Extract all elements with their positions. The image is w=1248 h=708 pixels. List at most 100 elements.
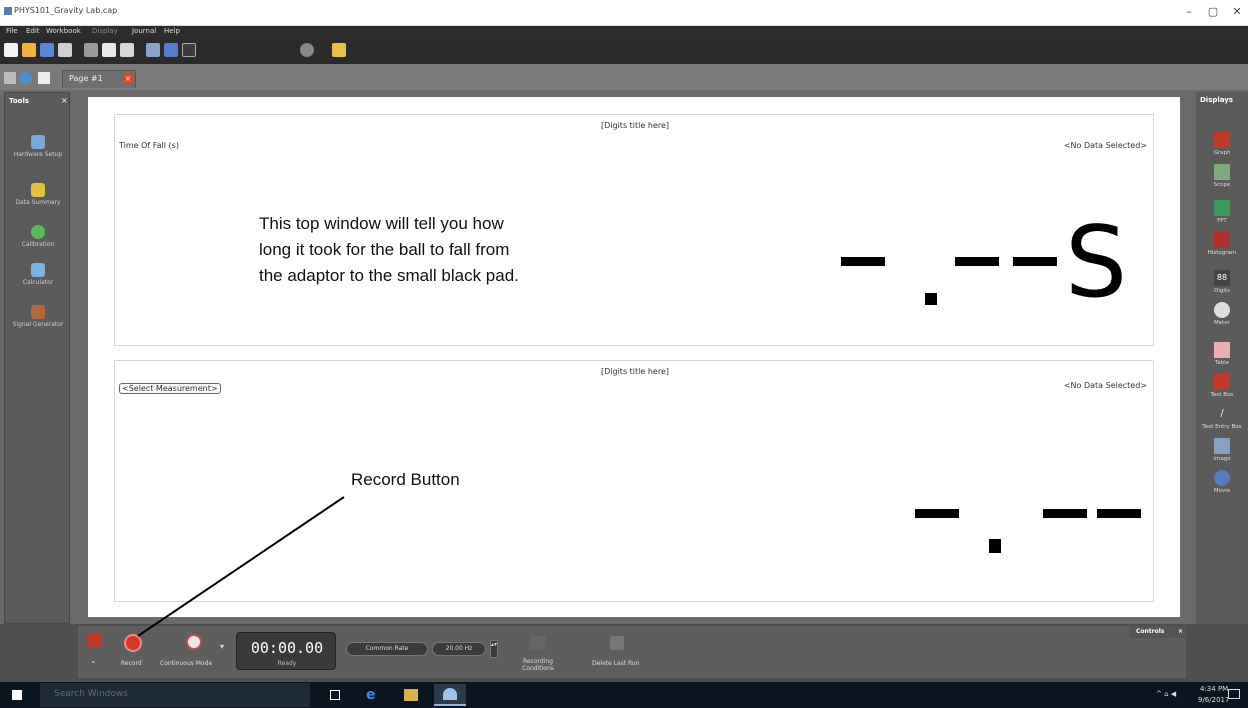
tab-label: Page #1 — [69, 74, 103, 83]
digits-icon: 88 — [1214, 270, 1230, 286]
redo-icon[interactable] — [182, 43, 196, 57]
decimal-point — [925, 293, 937, 305]
clock-time[interactable]: 4:34 PM — [1200, 685, 1228, 693]
menu-edit[interactable]: Edit — [26, 27, 40, 35]
screenshot-icon[interactable] — [146, 43, 160, 57]
record-button[interactable] — [124, 634, 142, 652]
file-explorer-icon[interactable] — [404, 689, 418, 701]
open-folder-icon[interactable] — [22, 43, 36, 57]
hardware-setup-icon — [31, 135, 45, 149]
delete-run-icon[interactable] — [610, 636, 624, 650]
capstone-taskbar-button[interactable] — [434, 684, 466, 706]
tools-panel-close-icon[interactable]: × — [61, 96, 68, 105]
digits-title[interactable]: [Digits title here] — [115, 121, 1155, 130]
mode-dropdown-icon[interactable]: ▾ — [220, 642, 224, 651]
tool-data-summary[interactable]: Data Summary — [9, 183, 67, 221]
display-fft[interactable]: FFT — [1198, 200, 1246, 234]
record-button-annotation: Record Button — [351, 470, 460, 489]
print-icon[interactable] — [58, 43, 72, 57]
digits-title[interactable]: [Digits title here] — [115, 367, 1155, 376]
hardware-icon[interactable] — [88, 634, 102, 648]
tool-calculator[interactable]: Calculator — [9, 263, 67, 301]
displays-panel: Displays Graph Scope FFT Histogram 88 Dig… — [1196, 92, 1248, 624]
clock-date[interactable]: 9/6/2017 — [1198, 696, 1229, 704]
calculator-icon — [31, 263, 45, 277]
controls-close-icon[interactable]: × — [1178, 628, 1183, 635]
copy-icon[interactable] — [102, 43, 116, 57]
search-placeholder: Search Windows — [54, 689, 128, 699]
cut-icon[interactable] — [84, 43, 98, 57]
maximize-button[interactable]: ▢ — [1202, 2, 1224, 22]
display-histogram[interactable]: Histogram — [1198, 232, 1246, 266]
display-text-entry-box[interactable]: / Text Entry Box — [1198, 406, 1246, 440]
edge-browser-icon[interactable]: e — [366, 688, 380, 702]
app-icon — [4, 7, 12, 15]
undo-icon[interactable] — [164, 43, 178, 57]
page-layout-icon[interactable] — [4, 72, 16, 84]
display-image[interactable]: Image — [1198, 438, 1246, 472]
camera-icon[interactable] — [300, 43, 314, 57]
page-settings-icon[interactable] — [20, 72, 32, 84]
tab-close-icon[interactable]: × — [123, 74, 133, 84]
capstone-app-icon — [443, 688, 457, 700]
digits-display-top[interactable]: [Digits title here] Time Of Fall (s) <No… — [114, 114, 1154, 346]
rate-value-field[interactable]: 20.00 Hz — [432, 642, 486, 656]
recording-conditions-icon[interactable] — [530, 636, 546, 650]
display-label: Movie — [1213, 488, 1231, 494]
tab-page-1[interactable]: Page #1 × — [62, 70, 136, 88]
minimize-button[interactable]: – — [1178, 2, 1200, 22]
menu-help[interactable]: Help — [164, 27, 180, 35]
display-movie[interactable]: Movie — [1198, 470, 1246, 504]
menu-journal[interactable]: Journal — [132, 27, 156, 35]
rate-stepper[interactable]: ▴▾ — [490, 640, 498, 658]
no-data-label: <No Data Selected> — [1063, 141, 1147, 150]
digits-display-bottom[interactable]: [Digits title here] <Select Measurement>… — [114, 360, 1154, 602]
notifications-icon[interactable] — [1228, 689, 1240, 699]
new-file-icon[interactable] — [4, 43, 18, 57]
decimal-point — [989, 539, 1001, 553]
chevron-down-icon[interactable]: ⌄ — [90, 656, 100, 665]
tool-hardware-setup[interactable]: Hardware Setup — [9, 135, 67, 173]
tool-signal-generator[interactable]: Signal Generator — [9, 305, 67, 343]
display-meter[interactable]: Meter — [1198, 302, 1246, 336]
tool-calibration[interactable]: Calibration — [9, 225, 67, 263]
paste-icon[interactable] — [120, 43, 134, 57]
windows-start-icon[interactable] — [12, 690, 22, 700]
window-title: PHYS101_Gravity Lab.cap — [14, 6, 118, 15]
menu-display[interactable]: Display — [92, 27, 118, 35]
fft-icon — [1214, 200, 1230, 216]
menu-file[interactable]: File — [6, 27, 18, 35]
display-digits[interactable]: 88 Digits — [1198, 270, 1246, 304]
display-table[interactable]: Table — [1198, 342, 1246, 376]
image-icon — [1214, 438, 1230, 454]
display-graph[interactable]: Graph — [1198, 132, 1246, 166]
rate-mode-select[interactable]: Common Rate — [346, 642, 428, 656]
digit-dash — [915, 509, 959, 518]
task-view-icon[interactable] — [330, 690, 340, 700]
tool-label: Hardware Setup — [13, 151, 63, 158]
select-measurement-button[interactable]: <Select Measurement> — [119, 383, 221, 394]
text-entry-icon: / — [1220, 408, 1224, 419]
continuous-mode-icon[interactable] — [186, 634, 202, 650]
digit-dash — [841, 257, 885, 266]
search-input[interactable]: Search Windows — [40, 683, 310, 707]
table-icon — [1214, 342, 1230, 358]
timer-status: Ready — [277, 660, 297, 667]
movie-icon — [1214, 470, 1230, 486]
tray-icons[interactable]: ^ ⌂ ◀ — [1156, 690, 1176, 698]
journal-icon[interactable] — [332, 43, 346, 57]
histogram-icon — [1214, 232, 1230, 248]
annotation-line-3: the adaptor to the small black pad. — [259, 266, 519, 285]
new-page-icon[interactable] — [38, 72, 50, 84]
digit-dash — [955, 257, 999, 266]
tools-panel-title: Tools — [9, 97, 30, 105]
measurement-label[interactable]: Time Of Fall (s) — [119, 141, 179, 150]
display-text-box[interactable]: Text Box — [1198, 374, 1246, 408]
menu-workbook[interactable]: Workbook — [46, 27, 81, 35]
close-button[interactable]: ✕ — [1226, 2, 1248, 22]
save-icon[interactable] — [40, 43, 54, 57]
display-scope[interactable]: Scope — [1198, 164, 1246, 198]
display-label: Digits — [1214, 288, 1230, 294]
menu-bar: File Edit Workbook Display Journal Help — [0, 26, 1248, 38]
display-label: Meter — [1214, 320, 1230, 326]
